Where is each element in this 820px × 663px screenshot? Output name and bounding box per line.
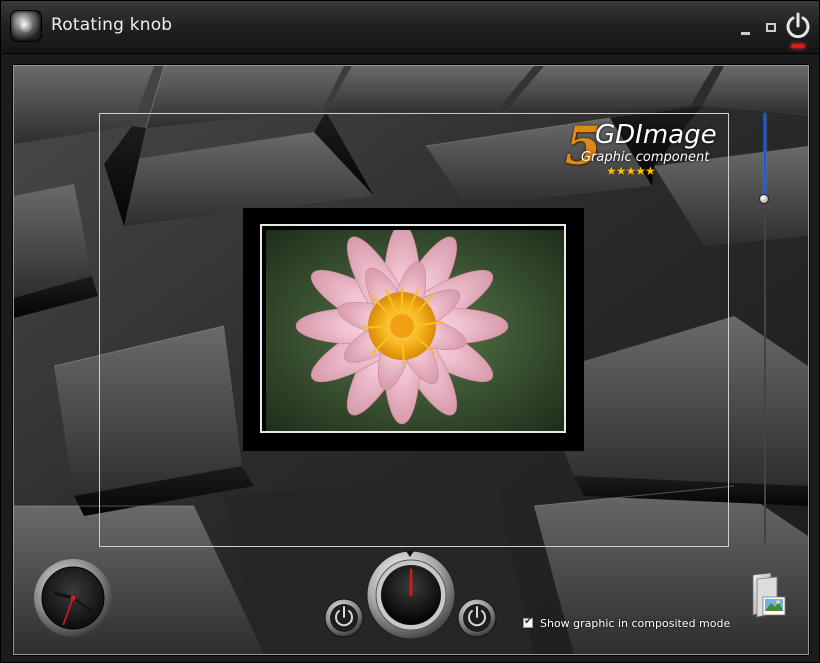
rotating-knob[interactable] (366, 550, 456, 640)
app-knob-icon[interactable] (11, 11, 41, 41)
window-title: Rotating knob (51, 15, 173, 35)
vertical-slider-fill (764, 113, 766, 199)
pictures-folder-icon[interactable] (747, 571, 787, 619)
knob-pointer-marker (406, 551, 414, 557)
vertical-slider-thumb[interactable] (760, 195, 768, 203)
water-lily-photo (266, 230, 564, 431)
title-bar[interactable]: Rotating knob (1, 1, 819, 54)
knob-right-button[interactable] (457, 597, 497, 639)
minimize-icon[interactable] (740, 25, 752, 35)
photo-frame (260, 224, 566, 433)
maximize-icon[interactable] (765, 21, 777, 33)
photo-mat[interactable] (243, 208, 584, 451)
analog-clock (34, 559, 112, 637)
composited-mode-label[interactable]: Show graphic in composited mode (540, 617, 730, 630)
knob-left-button[interactable] (324, 597, 364, 639)
graphic-canvas: 5 GDImage Graphic component ★★★★★ ✔ Show… (13, 65, 809, 655)
power-led-indicator (791, 44, 805, 48)
rating-stars: ★★★★★ (606, 164, 656, 178)
composited-mode-checkbox[interactable] (523, 616, 533, 628)
logo-subtitle: Graphic component (581, 150, 710, 165)
power-icon[interactable] (784, 11, 812, 45)
gdimage-logo: 5 GDImage Graphic component ★★★★★ (565, 119, 725, 181)
app-window: Rotating knob 5 GDImage Graphic componen… (0, 0, 820, 663)
logo-name: GDImage (595, 120, 717, 150)
